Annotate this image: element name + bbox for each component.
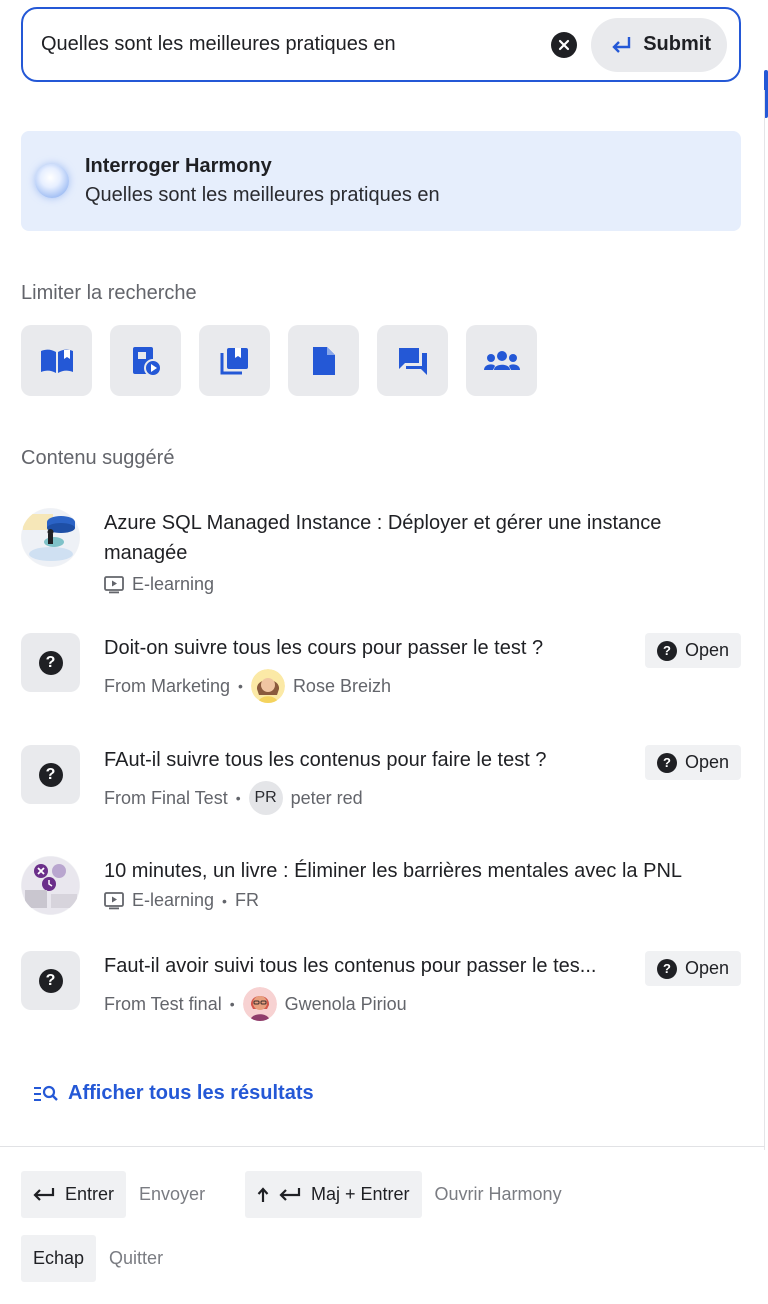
scrollbar-track <box>764 90 765 1150</box>
item-author: peter red <box>290 787 363 808</box>
harmony-orb-icon <box>35 164 69 198</box>
clear-search-button[interactable] <box>551 31 578 58</box>
question-thumbnail: ? <box>21 745 80 804</box>
shift-enter-key-description: Ouvrir Harmony <box>434 1184 562 1204</box>
question-icon: ? <box>38 968 63 993</box>
azure-sql-illustration-icon <box>21 508 80 567</box>
user-avatar-icon <box>242 987 277 1021</box>
ask-harmony-card[interactable]: Interroger Harmony Quelles sont les meil… <box>21 131 741 231</box>
filter-document-button[interactable] <box>288 325 359 396</box>
library-icon <box>220 347 248 374</box>
elearning-icon <box>104 891 124 909</box>
filter-forum-button[interactable] <box>377 325 448 396</box>
document-icon <box>312 346 335 375</box>
book-open-icon <box>40 349 73 373</box>
shift-enter-key: Maj + Entrer <box>245 1171 422 1218</box>
enter-key-description: Envoyer <box>139 1184 206 1204</box>
see-all-label: Afficher tous les résultats <box>68 1082 314 1104</box>
escape-key-description: Quitter <box>109 1248 164 1268</box>
item-source: From Final Test <box>104 787 228 808</box>
question-icon: ? <box>38 650 63 675</box>
filter-library-button[interactable] <box>199 325 270 396</box>
footer-divider <box>0 1146 765 1147</box>
avatar <box>242 987 277 1021</box>
enter-arrow-icon <box>612 36 631 53</box>
question-icon: ? <box>656 958 677 979</box>
question-icon: ? <box>656 752 677 773</box>
submit-label: Submit <box>643 33 711 55</box>
escape-key-label: Echap <box>33 1248 85 1268</box>
close-icon <box>559 39 570 50</box>
shift-arrow-icon <box>257 1186 269 1202</box>
see-all-results-link[interactable]: Afficher tous les résultats <box>34 1082 314 1105</box>
item-author: Rose Breizh <box>292 675 391 696</box>
shortcut-escape: Echap Quitter <box>21 1235 163 1282</box>
open-badge[interactable]: ? Open <box>644 633 741 668</box>
filter-book-button[interactable] <box>21 325 92 396</box>
open-badge[interactable]: ? Open <box>644 951 741 986</box>
avatar <box>250 669 285 703</box>
escape-key: Echap <box>21 1235 97 1282</box>
item-source: From Test final <box>104 993 222 1014</box>
suggested-item[interactable]: ? Doit-on suivre tous les cours pour pas… <box>21 633 741 703</box>
filter-video-button[interactable] <box>110 325 181 396</box>
open-label: Open <box>684 752 729 772</box>
question-thumbnail: ? <box>21 951 80 1010</box>
filters-heading: Limiter la recherche <box>21 282 197 304</box>
open-label: Open <box>684 640 729 660</box>
item-type: E-learning <box>132 890 215 910</box>
separator-dot: • <box>235 790 241 806</box>
suggested-item[interactable]: ? FAut-il suivre tous les contenus pour … <box>21 745 741 815</box>
separator-dot: • <box>238 678 243 694</box>
question-icon: ? <box>656 640 677 661</box>
item-language: FR <box>234 890 259 910</box>
avatar: PR <box>248 781 283 815</box>
course-thumbnail <box>21 856 80 915</box>
item-title: Azure SQL Managed Instance : Déployer et… <box>104 512 662 564</box>
filter-bar <box>21 325 537 396</box>
item-author: Gwenola Piriou <box>284 993 407 1014</box>
list-search-icon <box>34 1085 58 1101</box>
question-thumbnail: ? <box>21 633 80 692</box>
search-box[interactable]: Quelles sont les meilleures pratiques en… <box>21 7 741 82</box>
enter-arrow-icon <box>33 1187 55 1201</box>
filter-group-button[interactable] <box>466 325 537 396</box>
shortcut-shift-enter: Maj + Entrer Ouvrir Harmony <box>245 1171 562 1218</box>
item-source: From Marketing <box>104 675 231 696</box>
question-icon: ? <box>38 762 63 787</box>
suggested-item[interactable]: ? Faut-il avoir suivi tous les contenus … <box>21 951 741 1021</box>
harmony-query: Quelles sont les meilleures pratiques en <box>85 184 440 206</box>
item-title: 10 minutes, un livre : Éliminer les barr… <box>104 860 683 882</box>
course-thumbnail <box>21 508 80 567</box>
enter-key-label: Entrer <box>65 1184 115 1204</box>
shortcut-enter: Entrer Envoyer <box>21 1171 205 1218</box>
separator-dot: • <box>229 996 235 1012</box>
shift-enter-key-label: Maj + Entrer <box>311 1184 410 1204</box>
search-input[interactable]: Quelles sont les meilleures pratiques en <box>41 33 551 56</box>
separator-dot: • <box>222 892 227 909</box>
elearning-icon <box>104 575 124 593</box>
enter-key: Entrer <box>21 1171 127 1218</box>
item-title: Faut-il avoir suivi tous les contenus po… <box>104 955 597 977</box>
enter-arrow-icon <box>279 1187 301 1201</box>
harmony-title: Interroger Harmony <box>85 155 272 177</box>
suggested-item[interactable]: 10 minutes, un livre : Éliminer les barr… <box>21 856 741 915</box>
open-badge[interactable]: ? Open <box>644 745 741 780</box>
forum-icon <box>398 347 427 375</box>
video-document-icon <box>132 346 162 377</box>
user-avatar-icon <box>250 669 285 703</box>
group-icon <box>483 350 520 370</box>
suggested-item[interactable]: Azure SQL Managed Instance : Déployer et… <box>21 508 741 595</box>
suggested-heading: Contenu suggéré <box>21 447 175 469</box>
item-type: E-learning <box>132 574 215 594</box>
submit-button[interactable]: Submit <box>591 17 727 72</box>
open-label: Open <box>684 958 729 978</box>
pnl-illustration-icon <box>21 856 80 915</box>
